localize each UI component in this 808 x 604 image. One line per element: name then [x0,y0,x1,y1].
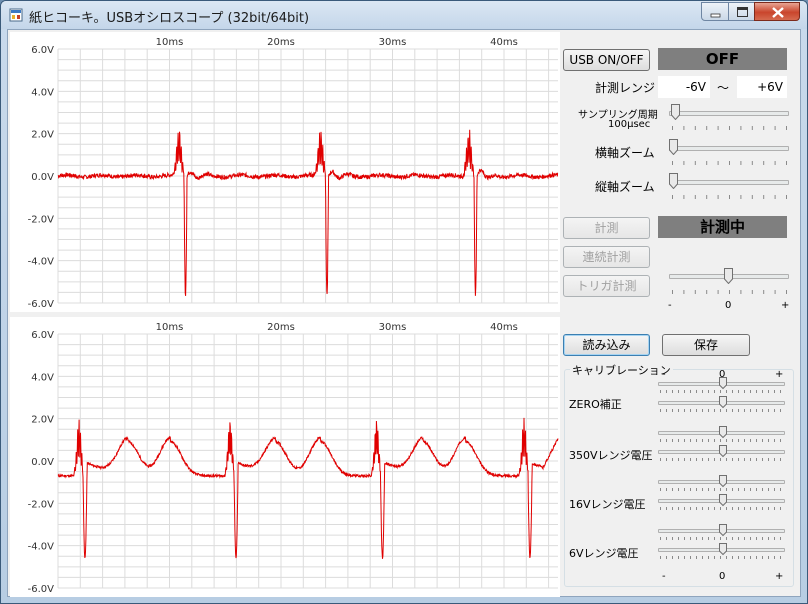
y-tick-label: -6.0V [28,299,55,310]
x-tick-label: 20ms [267,322,295,333]
range-min-field[interactable]: -6V [658,76,710,98]
calib-scale-bottom-minus: - [662,571,666,582]
calib-slider-ticks [660,390,781,393]
range-max-field[interactable]: +6V [737,76,787,98]
y-tick-label: 0.0V [31,172,54,183]
close-icon [772,7,784,18]
scope-bottom: 6.0V 4.0V 2.0V 0.0V -2.0V -4.0V -6.0V 10ms 20ms 3… [10,317,560,597]
scope-top-plot: 6.0V 4.0V 2.0V 0.0V -2.0V -4.0V -6.0V 10ms 20ms 3… [28,37,559,310]
range-label: 計測レンジ [595,81,656,95]
sampling-slider-thumb[interactable] [671,104,681,120]
y-tick-label: 2.0V [31,415,54,426]
x-tick-label: 10ms [156,37,184,48]
calib-row-label: 350Vレンジ電圧 [569,449,653,462]
calib-scale-top-plus: + [775,369,784,380]
vzoom-label: 縦軸ズーム [595,180,655,194]
vzoom-slider-ticks [672,195,787,199]
x-tick-label: 30ms [379,37,407,48]
trigger-scale-plus: + [781,300,790,311]
scope-bottom-plot: 6.0V 4.0V 2.0V 0.0V -2.0V -4.0V -6.0V 10ms 20ms 3… [28,322,559,595]
y-tick-label: 6.0V [31,45,54,56]
calibration-title: キャリブレーション [570,362,673,378]
x-tick-label: 40ms [490,322,518,333]
calib-scale-bottom-plus: + [775,571,784,582]
calib-row-label: ZERO補正 [569,398,622,411]
hzoom-label: 横軸ズーム [595,146,655,160]
y-tick-label: -4.0V [28,257,55,268]
waveform-trace [57,417,559,559]
y-tick-label: -4.0V [28,542,55,553]
calib-scale-bottom-zero: 0 [719,571,726,582]
calib-slider-ticks [660,537,781,540]
usb-status-display: OFF [658,48,787,70]
calib-slider-ticks [660,507,781,510]
y-tick-label: 4.0V [31,372,54,383]
scope-top: 6.0V 4.0V 2.0V 0.0V -2.0V -4.0V -6.0V 10ms 20ms 3… [10,32,560,312]
range-separator: 〜 [717,81,730,95]
calib-slider-ticks [660,488,781,491]
y-tick-label: 6.0V [31,330,54,341]
hzoom-slider-track[interactable] [669,146,789,151]
hzoom-slider-ticks [672,161,787,165]
vzoom-slider-track[interactable] [669,180,789,185]
calib-slider-ticks [660,409,781,412]
y-tick-label: 0.0V [31,457,54,468]
trigger-scale-minus: - [668,300,672,311]
usb-toggle-button[interactable]: USB ON/OFF [563,49,650,71]
window-title: 紙ヒコーキ。USBオシロスコープ (32bit/64bit) [29,11,310,26]
sampling-slider-ticks [672,126,787,130]
minimize-icon [710,13,721,18]
close-button[interactable] [754,2,800,21]
client-area: 6.0V 4.0V 2.0V 0.0V -2.0V -4.0V -6.0V 10ms 20ms 3… [7,29,801,597]
trigger-slider-ticks [672,290,787,294]
y-tick-label: -2.0V [28,499,55,510]
calib-slider-ticks [660,458,781,461]
sampling-value: 100μsec [608,119,651,130]
calib-slider-ticks [660,439,781,442]
maximize-icon [737,7,748,17]
continuous-measure-button[interactable]: 連続計測 [563,246,650,268]
app-window: 紙ヒコーキ。USBオシロスコープ (32bit/64bit) 6.0V 4.0V 2… [0,0,808,604]
minimize-button[interactable] [701,2,729,21]
x-tick-label: 20ms [267,37,295,48]
x-tick-label: 40ms [490,37,518,48]
calib-scale-top-minus: - [662,369,666,380]
title-bar[interactable]: 紙ヒコーキ。USBオシロスコープ (32bit/64bit) [1,1,807,29]
trigger-scale-zero: 0 [725,300,732,311]
trigger-slider-thumb[interactable] [723,268,733,284]
x-tick-label: 30ms [379,322,407,333]
y-tick-label: 2.0V [31,130,54,141]
trigger-measure-button[interactable]: トリガ計測 [563,275,650,297]
y-tick-label: 4.0V [31,87,54,98]
load-button[interactable]: 読み込み [563,334,650,356]
save-button[interactable]: 保存 [662,334,750,356]
calib-row-label: 16Vレンジ電圧 [569,498,646,511]
calib-row-label: 6Vレンジ電圧 [569,547,639,560]
y-tick-label: -2.0V [28,214,55,225]
hzoom-slider-thumb[interactable] [669,139,678,155]
x-tick-label: 10ms [156,322,184,333]
measure-button[interactable]: 計測 [563,217,650,239]
calib-slider-ticks [660,556,781,559]
app-icon [9,8,23,22]
grid [57,333,558,589]
maximize-button[interactable] [728,2,755,21]
sampling-slider-track[interactable] [669,111,789,116]
y-tick-label: -6.0V [28,584,55,595]
measure-status-display: 計測中 [658,216,787,238]
vzoom-slider-thumb[interactable] [669,173,678,189]
